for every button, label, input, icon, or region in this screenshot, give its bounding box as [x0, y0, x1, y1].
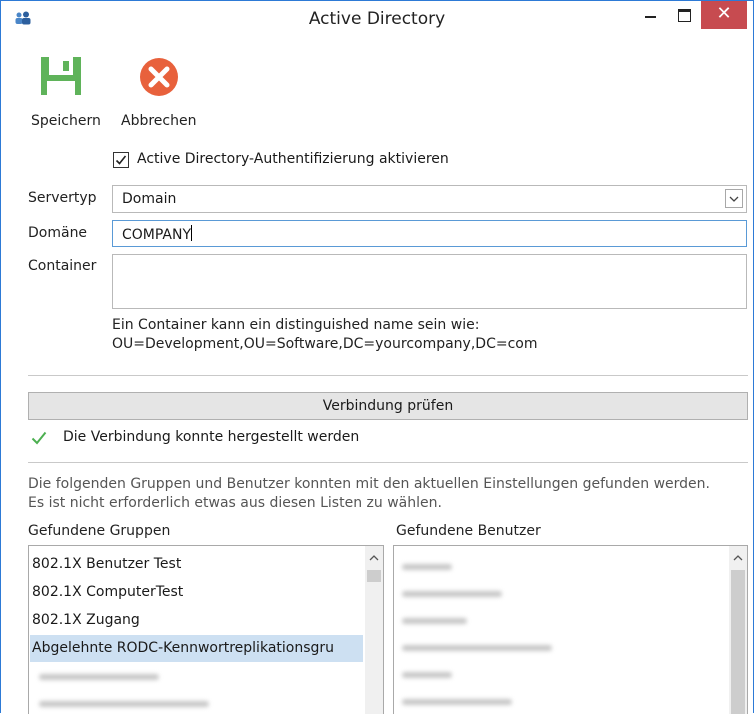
list-item[interactable]: 802.1X ComputerTest [32, 579, 362, 606]
separator [28, 375, 748, 376]
list-item[interactable]: 802.1X Benutzer Test [32, 551, 362, 578]
active-directory-window: Active Directory ✕ Speichern Abbrechen A… [0, 0, 754, 714]
results-info-line1: Die folgenden Gruppen und Benutzer konnt… [28, 476, 710, 492]
redacted-item[interactable] [402, 591, 502, 597]
minimize-icon [645, 16, 656, 18]
groups-title: Gefundene Gruppen [28, 523, 171, 539]
dropdown-arrow-button[interactable] [725, 189, 743, 208]
separator [28, 462, 748, 463]
redacted-item[interactable] [402, 672, 452, 678]
results-info-line2: Es ist nicht erforderlich etwas aus dies… [28, 495, 442, 511]
list-item-selected[interactable]: Abgelehnte RODC-Kennwortreplikationsgru [30, 635, 363, 662]
server-type-value: Domain [122, 191, 177, 207]
chevron-up-icon[interactable] [733, 555, 743, 561]
chevron-up-icon[interactable] [369, 555, 379, 561]
minimize-button[interactable] [635, 1, 667, 29]
redacted-item[interactable] [402, 618, 467, 624]
container-label: Container [28, 258, 97, 274]
connection-status-text: Die Verbindung konnte hergestellt werden [63, 429, 360, 445]
maximize-icon [678, 9, 691, 22]
close-icon: ✕ [716, 3, 732, 24]
redacted-item[interactable] [402, 645, 552, 651]
container-hint-line2: OU=Development,OU=Software,DC=yourcompan… [112, 336, 538, 352]
groups-list[interactable]: 802.1X Benutzer Test 802.1X ComputerTest… [28, 545, 384, 714]
domain-input[interactable]: COMPANY [112, 220, 747, 247]
text-cursor [191, 225, 193, 241]
container-hint-line1: Ein Container kann ein distinguished nam… [112, 317, 480, 333]
container-hint: Ein Container kann ein distinguished nam… [112, 316, 537, 354]
floppy-disk-icon [41, 57, 81, 95]
redacted-item[interactable] [39, 701, 209, 707]
cancel-button[interactable]: Abbrechen [117, 57, 207, 135]
redacted-item[interactable] [402, 699, 512, 705]
users-scrollbar[interactable] [729, 546, 747, 714]
results-info: Die folgenden Gruppen und Benutzer konnt… [28, 475, 710, 513]
users-title: Gefundene Benutzer [396, 523, 541, 539]
enable-ad-label: Active Directory-Authentifizierung aktiv… [137, 151, 449, 167]
success-check-icon [31, 431, 47, 445]
server-type-select[interactable]: Domain [112, 185, 747, 213]
save-button[interactable]: Speichern [29, 57, 109, 135]
cancel-label: Abbrechen [121, 113, 197, 129]
domain-value: COMPANY [122, 227, 192, 243]
container-input[interactable] [112, 254, 747, 309]
scroll-thumb[interactable] [367, 570, 381, 582]
maximize-button[interactable] [669, 1, 701, 29]
users-list[interactable] [393, 545, 748, 714]
domain-label: Domäne [28, 225, 88, 241]
list-item[interactable]: 802.1X Zugang [32, 607, 362, 634]
checkbox-box[interactable] [113, 152, 129, 168]
verify-connection-button[interactable]: Verbindung prüfen [28, 392, 748, 420]
redacted-item[interactable] [402, 564, 452, 570]
cancel-icon [140, 58, 178, 96]
groups-scrollbar[interactable] [365, 546, 383, 714]
close-button[interactable]: ✕ [701, 1, 747, 29]
chevron-down-icon [729, 196, 739, 202]
scroll-thumb[interactable] [731, 570, 745, 714]
redacted-item[interactable] [39, 674, 159, 680]
title-bar[interactable]: Active Directory ✕ [1, 1, 753, 35]
checkmark-icon [115, 155, 127, 165]
save-label: Speichern [31, 113, 101, 129]
server-type-label: Servertyp [28, 190, 97, 206]
